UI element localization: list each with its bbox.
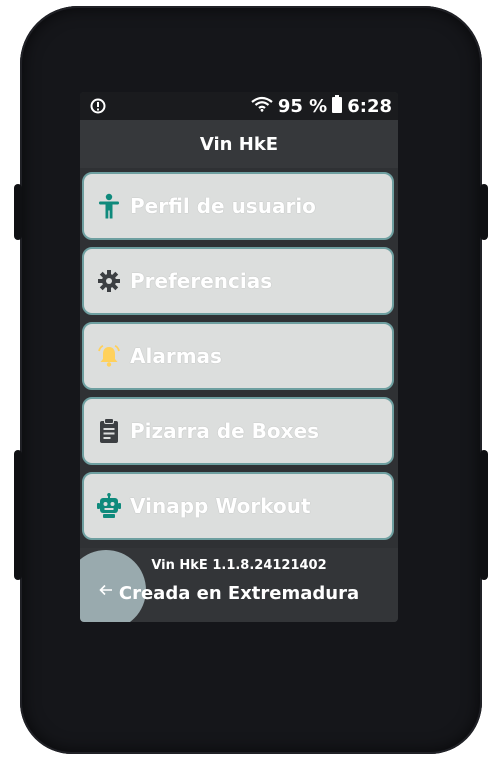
menu-item-label: Preferencias xyxy=(130,269,273,293)
menu-item-label: Alarmas xyxy=(130,344,222,368)
battery-icon xyxy=(332,94,343,118)
side-button-left-top xyxy=(14,184,22,240)
menu-item-pizarra-de-boxes[interactable]: Pizarra de Boxes xyxy=(82,397,394,465)
made-in-label: Creada en Extremadura xyxy=(118,583,360,604)
status-right-group: 95 % 6:28 xyxy=(251,94,392,118)
status-bar: 95 % 6:28 xyxy=(80,92,398,120)
menu-item-label: Vinapp Workout xyxy=(130,494,311,518)
menu-item-perfil-de-usuario[interactable]: Perfil de usuario xyxy=(82,172,394,240)
robot-icon xyxy=(96,493,122,519)
status-time: 6:28 xyxy=(347,95,392,117)
page-title: Vin HkE xyxy=(199,133,279,155)
wifi-icon xyxy=(251,96,273,117)
app-version: Vin HkE 1.1.8.24121402 xyxy=(151,558,327,573)
side-button-left-bottom xyxy=(14,450,22,580)
menu-item-preferencias[interactable]: Preferencias xyxy=(82,247,394,315)
app-title-bar: Vin HkE xyxy=(80,120,398,168)
clipboard-icon xyxy=(96,418,122,444)
gear-icon xyxy=(96,268,122,294)
menu-item-vinapp-workout[interactable]: Vinapp Workout xyxy=(82,472,394,540)
side-button-right-bottom xyxy=(480,450,488,580)
menu-item-alarmas[interactable]: Alarmas xyxy=(82,322,394,390)
device-screen: 95 % 6:28 Vin HkE Perfil de usuario Pref… xyxy=(80,92,398,622)
menu-item-label: Pizarra de Boxes xyxy=(130,419,320,443)
battery-percent: 95 % xyxy=(277,95,328,117)
footer: Vin HkE 1.1.8.24121402 Creada en Extrema… xyxy=(80,548,398,622)
alert-circle-icon xyxy=(90,98,106,114)
person-icon xyxy=(96,193,122,219)
side-button-right-top xyxy=(480,184,488,240)
bell-icon xyxy=(96,343,122,369)
menu-item-label: Perfil de usuario xyxy=(130,194,316,218)
